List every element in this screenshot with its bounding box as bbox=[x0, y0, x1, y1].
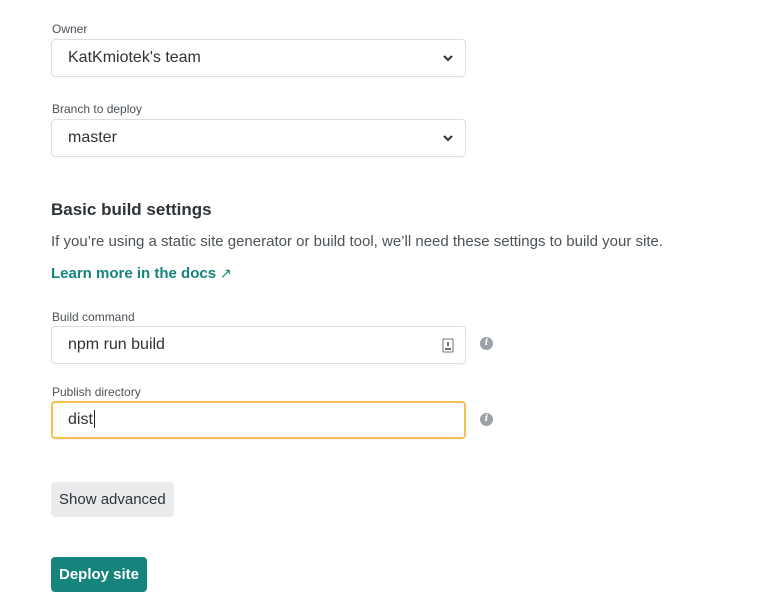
branch-select-value: master bbox=[68, 129, 117, 146]
section-heading: Basic build settings bbox=[51, 200, 212, 219]
publish-directory-info-icon[interactable]: i bbox=[480, 413, 493, 426]
publish-directory-value: dist bbox=[68, 411, 93, 428]
deploy-site-button[interactable]: Deploy site bbox=[51, 557, 148, 592]
build-command-value: npm run build bbox=[68, 336, 165, 353]
owner-label: Owner bbox=[52, 22, 88, 36]
owner-select[interactable]: KatKmiotek's team bbox=[51, 39, 466, 77]
external-arrow-icon: ↗ bbox=[220, 265, 232, 281]
branch-label: Branch to deploy bbox=[52, 102, 143, 116]
publish-directory-label: Publish directory bbox=[52, 385, 141, 399]
build-command-input[interactable]: npm run build bbox=[51, 326, 466, 364]
show-advanced-button[interactable]: Show advanced bbox=[51, 482, 174, 517]
publish-directory-input[interactable]: dist bbox=[51, 401, 466, 439]
lock-icon bbox=[442, 338, 454, 353]
branch-select[interactable]: master bbox=[51, 119, 466, 157]
chevron-down-icon bbox=[443, 135, 453, 142]
text-caret bbox=[93, 409, 95, 428]
section-description: If you’re using a static site generator … bbox=[51, 233, 664, 250]
docs-link-label: Learn more in the docs bbox=[51, 265, 217, 282]
docs-link[interactable]: Learn more in the docs ↗ bbox=[51, 265, 232, 282]
chevron-down-icon bbox=[443, 55, 453, 62]
build-command-label: Build command bbox=[52, 310, 135, 324]
owner-select-value: KatKmiotek's team bbox=[68, 49, 201, 66]
build-command-info-icon[interactable]: i bbox=[480, 337, 493, 350]
